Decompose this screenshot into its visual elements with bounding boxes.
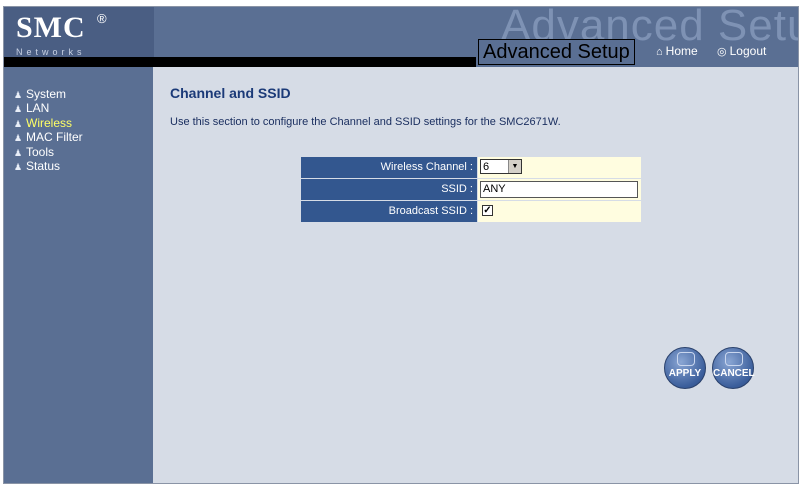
channel-select[interactable]: 6 ▼ <box>480 159 522 174</box>
person-icon: ♟ <box>14 148 23 158</box>
top-links: ⌂ Home ◎ Logout <box>656 44 782 58</box>
ssid-input[interactable]: ANY <box>480 181 638 198</box>
sidebar-item-lan[interactable]: ♟ LAN <box>14 101 49 115</box>
broadcast-label: Broadcast SSID : <box>301 201 477 222</box>
person-icon: ♟ <box>14 133 23 143</box>
logo-text: SMC <box>16 11 86 44</box>
cancel-button[interactable]: CANCEL <box>712 347 755 389</box>
form-row-channel: Wireless Channel : 6 ▼ <box>301 157 641 178</box>
form-row-ssid: SSID : ANY <box>301 179 641 200</box>
apply-label: APPLY <box>668 368 702 379</box>
sidebar-item-wireless[interactable]: ♟ Wireless <box>14 116 72 130</box>
settings-form: Wireless Channel : 6 ▼ SSID : ANY Broadc… <box>301 157 641 223</box>
ssid-label: SSID : <box>301 179 477 200</box>
sidebar-item-label: MAC Filter <box>26 130 83 144</box>
cancel-label: CANCEL <box>713 368 755 379</box>
broadcast-cell: ✓ <box>478 201 641 222</box>
header-divider <box>4 57 476 67</box>
chevron-down-icon[interactable]: ▼ <box>508 160 521 173</box>
person-icon: ♟ <box>14 119 23 129</box>
person-icon: ♟ <box>14 162 23 172</box>
sidebar-item-mac-filter[interactable]: ♟ MAC Filter <box>14 130 83 144</box>
logout-icon: ◎ <box>717 46 727 58</box>
person-icon: ♟ <box>14 90 23 100</box>
sidebar-item-label: Wireless <box>26 116 73 130</box>
broadcast-ssid-checkbox[interactable]: ✓ <box>482 205 493 216</box>
form-row-broadcast: Broadcast SSID : ✓ <box>301 201 641 222</box>
sidebar-item-tools[interactable]: ♟ Tools <box>14 145 54 159</box>
logout-link[interactable]: ◎ Logout <box>717 44 774 58</box>
logo-subtitle: Networks <box>16 47 86 57</box>
home-label: Home <box>665 44 698 58</box>
channel-value: 6 <box>483 161 490 173</box>
apply-button[interactable]: APPLY <box>664 347 706 389</box>
sidebar-item-status[interactable]: ♟ Status <box>14 159 60 173</box>
home-icon: ⌂ <box>656 46 663 58</box>
channel-cell: 6 ▼ <box>478 157 641 178</box>
trash-icon <box>725 352 743 366</box>
person-icon: ♟ <box>14 104 23 114</box>
sidebar-item-label: Status <box>26 159 61 173</box>
page-description: Use this section to configure the Channe… <box>170 116 561 128</box>
sidebar: ♟ System ♟ LAN ♟ Wireless ♟ MAC Filter ♟ Tool… <box>4 67 153 483</box>
home-link[interactable]: ⌂ Home <box>656 44 706 58</box>
page-title: Channel and SSID <box>170 85 291 101</box>
sidebar-item-system[interactable]: ♟ System <box>14 87 66 101</box>
apply-icon <box>677 352 695 366</box>
logo-registered-mark: ® <box>97 11 107 26</box>
sidebar-item-label: System <box>26 87 67 101</box>
sidebar-item-label: Tools <box>26 145 55 159</box>
logout-label: Logout <box>729 44 767 58</box>
page-section-title: Advanced Setup <box>478 39 635 65</box>
browser-frame: SMC ® Networks Advanced Setup Advanced S… <box>3 6 799 484</box>
sidebar-item-label: LAN <box>26 101 50 115</box>
ssid-cell: ANY <box>478 179 641 200</box>
header: SMC ® Networks Advanced Setup Advanced S… <box>4 7 798 67</box>
channel-label: Wireless Channel : <box>301 157 477 178</box>
